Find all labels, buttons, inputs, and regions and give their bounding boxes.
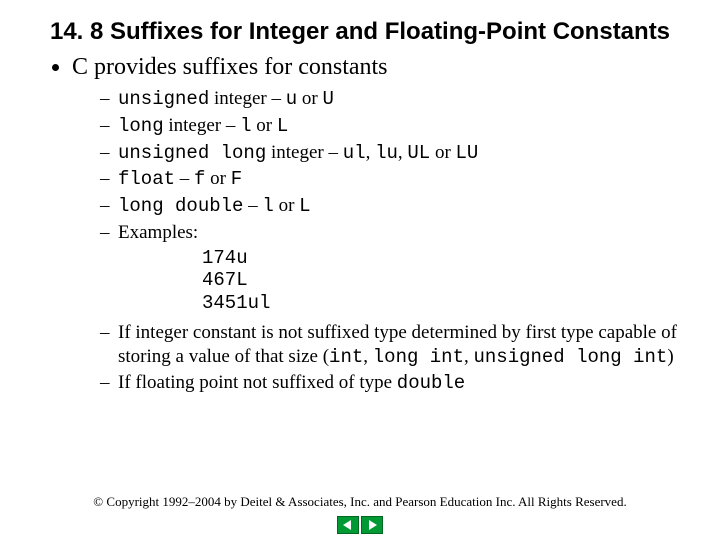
nav-controls (337, 516, 383, 534)
bullet-main: C provides suffixes for constants unsign… (72, 54, 680, 396)
suffix-UL: UL (407, 142, 430, 164)
txt: If floating point not suffixed of type (118, 372, 397, 393)
suffix-F: F (231, 168, 242, 190)
txt: integer – (164, 115, 241, 136)
sub-long-double: long double – l or L (100, 194, 680, 219)
txt: integer – (266, 142, 343, 163)
arrow-right-icon (367, 520, 377, 530)
kw-unsigned: unsigned (118, 88, 209, 110)
suffix-L: L (277, 115, 288, 137)
bullet-main-text: C provides suffixes for constants (72, 54, 388, 80)
prev-button[interactable] (337, 516, 359, 534)
sub-unsigned: unsigned integer – u or U (100, 87, 680, 112)
kw-long-int: long int (373, 346, 464, 368)
sub-unsigned-long: unsigned long integer – ul, lu, UL or LU (100, 141, 680, 166)
txt: or (252, 115, 277, 136)
txt: , (363, 346, 373, 367)
suffix-l: l (240, 115, 251, 137)
suffix-ul: ul (343, 142, 366, 164)
slide-title: 14. 8 Suffixes for Integer and Floating-… (40, 18, 680, 46)
txt: ) (667, 346, 673, 367)
suffix-lu: lu (375, 142, 398, 164)
txt: or (297, 88, 322, 109)
kw-int: int (329, 346, 363, 368)
kw-long: long (118, 115, 164, 137)
note-integer: If integer constant is not suffixed type… (100, 321, 680, 370)
kw-long-double: long double (118, 195, 243, 217)
suffix-f: f (194, 168, 205, 190)
example-2: 467L (202, 269, 680, 292)
txt: or (430, 142, 455, 163)
sub-long: long integer – l or L (100, 114, 680, 139)
kw-double: double (397, 372, 465, 394)
kw-unsigned-long: unsigned long (118, 142, 266, 164)
txt: – (175, 168, 194, 189)
slide: 14. 8 Suffixes for Integer and Floating-… (0, 0, 720, 540)
txt: – (243, 195, 262, 216)
notes-list: If integer constant is not suffixed type… (72, 321, 680, 396)
suffix-l2: l (262, 195, 273, 217)
suffix-LU: LU (456, 142, 479, 164)
suffix-u: u (286, 88, 297, 110)
suffix-U: U (322, 88, 333, 110)
examples-list: 174u 467L 3451ul (72, 247, 680, 315)
kw-float: float (118, 168, 175, 190)
next-button[interactable] (361, 516, 383, 534)
txt: or (274, 195, 299, 216)
example-3: 3451ul (202, 292, 680, 315)
txt: integer – (209, 88, 286, 109)
sub-list: unsigned integer – u or U long integer –… (72, 87, 680, 245)
txt: , (398, 142, 408, 163)
sub-float: float – f or F (100, 167, 680, 192)
txt: , (366, 142, 376, 163)
kw-unsigned-long-int: unsigned long int (473, 346, 667, 368)
suffix-L2: L (299, 195, 310, 217)
copyright-footer: © Copyright 1992–2004 by Deitel & Associ… (0, 494, 720, 510)
sub-examples-label: Examples: (100, 221, 680, 245)
note-floating: If floating point not suffixed of type d… (100, 371, 680, 396)
bullet-list: C provides suffixes for constants unsign… (48, 54, 680, 396)
arrow-left-icon (343, 520, 353, 530)
example-1: 174u (202, 247, 680, 270)
txt: or (205, 168, 230, 189)
